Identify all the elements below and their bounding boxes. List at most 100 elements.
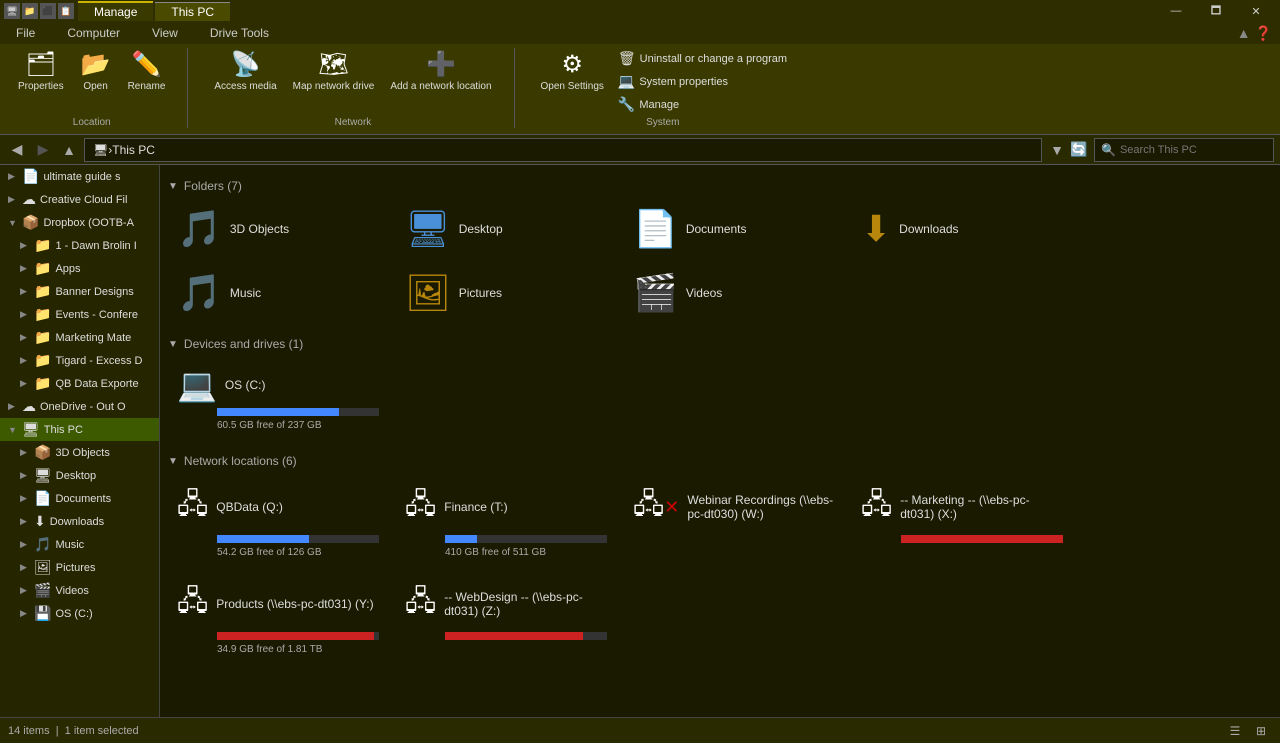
- sidebar-item-documents[interactable]: ▶ 📄 Documents: [0, 487, 159, 510]
- folder-icon: 🎬: [34, 582, 51, 599]
- folder-icon: 📁: [34, 329, 51, 346]
- ribbon-tab-view[interactable]: View: [136, 22, 194, 44]
- network-group-label: Network: [208, 117, 497, 128]
- network-qbdata[interactable]: 🖧 QBData (Q:) 54.2 GB free of 126 GB: [168, 476, 388, 565]
- tiles-view-button[interactable]: ⊞: [1250, 720, 1272, 742]
- ribbon-tab-file[interactable]: File: [0, 22, 51, 44]
- sidebar-item-guide[interactable]: ▶ 📄 ultimate guide s: [0, 165, 159, 188]
- network-qbdata-bar-container: [217, 535, 379, 543]
- folder-icon: 🖥: [34, 467, 52, 484]
- ribbon-tab-computer[interactable]: Computer: [51, 22, 136, 44]
- open-settings-button[interactable]: ⚙ Open Settings: [535, 48, 610, 94]
- properties-button[interactable]: 🗂 Properties: [12, 48, 70, 94]
- sidebar-item-banner[interactable]: ▶ 📁 Banner Designs: [0, 280, 159, 303]
- add-network-location-button[interactable]: ➕ Add a network location: [384, 48, 497, 94]
- map-network-drive-button[interactable]: 🗺 Map network drive: [287, 48, 381, 94]
- system-properties-button[interactable]: 💻 System properties: [614, 71, 791, 92]
- network-section-header[interactable]: ▼ Network locations (6): [168, 454, 1272, 468]
- ribbon-expand-btn[interactable]: ▲: [1237, 25, 1251, 41]
- folder-downloads-name: Downloads: [899, 222, 958, 236]
- sidebar-item-apps[interactable]: ▶ 📁 Apps: [0, 257, 159, 280]
- sidebar-item-tigard[interactable]: ▶ 📁 Tigard - Excess D: [0, 349, 159, 372]
- folder-downloads[interactable]: ⬇ Downloads: [852, 201, 1072, 257]
- ribbon-help-btn[interactable]: ❓: [1255, 25, 1272, 42]
- sidebar-label: Desktop: [56, 470, 96, 482]
- tab-manage[interactable]: Manage: [78, 1, 153, 21]
- ribbon-tab-drive-tools[interactable]: Drive Tools: [194, 22, 285, 44]
- details-view-button[interactable]: ☰: [1224, 720, 1246, 742]
- network-products[interactable]: 🖧 Products (\\ebs-pc-dt031) (Y:) 34.9 GB…: [168, 573, 388, 662]
- status-view-controls: ☰ ⊞: [1224, 720, 1272, 742]
- sidebar-item-onedrive[interactable]: ▶ ☁ OneDrive - Out O: [0, 395, 159, 418]
- network-webdesign[interactable]: 🖧 -- WebDesign -- (\\ebs-pc-dt031) (Z:): [396, 573, 616, 662]
- arrow-icon: ▶: [20, 470, 30, 481]
- sidebar-label: Videos: [55, 585, 88, 597]
- path-dropdown-btn[interactable]: ▼: [1046, 139, 1068, 161]
- access-media-button[interactable]: 📡 Access media: [208, 48, 282, 94]
- sidebar-item-events[interactable]: ▶ 📁 Events - Confere: [0, 303, 159, 326]
- folder-music[interactable]: 🎵 Music: [168, 265, 388, 321]
- sidebar-item-music[interactable]: ▶ 🎵 Music: [0, 533, 159, 556]
- sidebar-item-3d-objects[interactable]: ▶ 📦 3D Objects: [0, 441, 159, 464]
- network-marketing-name: -- Marketing -- (\\ebs-pc-dt031) (X:): [900, 493, 1063, 521]
- folder-pictures-name: Pictures: [459, 286, 502, 300]
- network-webdesign-bar: [445, 632, 583, 640]
- tab-this-pc[interactable]: This PC: [155, 2, 230, 21]
- sidebar-item-this-pc[interactable]: ▼ 🖥 This PC: [0, 418, 159, 441]
- minimize-button[interactable]: —: [1156, 0, 1196, 22]
- folder-downloads-info: Downloads: [899, 222, 958, 236]
- sidebar-item-dropbox[interactable]: ▼ 📦 Dropbox (OOTB-A: [0, 211, 159, 234]
- network-webinar[interactable]: 🖧 ✕ Webinar Recordings (\\ebs-pc-dt030) …: [624, 476, 844, 565]
- network-finance[interactable]: 🖧 Finance (T:) 410 GB free of 511 GB: [396, 476, 616, 565]
- arrow-icon: ▶: [20, 332, 30, 343]
- network-drive-icon: 🖧: [177, 483, 208, 531]
- folder-videos[interactable]: 🎬 Videos: [624, 265, 844, 321]
- folder-desktop[interactable]: 🖥 Desktop: [396, 201, 616, 257]
- maximize-button[interactable]: 🗖: [1196, 0, 1236, 22]
- network-marketing[interactable]: 🖧 -- Marketing -- (\\ebs-pc-dt031) (X:): [852, 476, 1072, 565]
- forward-button[interactable]: ▶: [32, 139, 54, 161]
- manage-button[interactable]: 🔧 Manage: [614, 94, 791, 115]
- folder-icon: 🎵: [34, 536, 51, 553]
- address-path[interactable]: 🖥 › This PC: [84, 138, 1042, 162]
- sidebar-label: Dropbox (OOTB-A: [43, 217, 133, 229]
- ribbon-tabs: File Computer View Drive Tools ▲ ❓: [0, 22, 1280, 44]
- devices-section-header[interactable]: ▼ Devices and drives (1): [168, 337, 1272, 351]
- refresh-button[interactable]: 🔄: [1068, 139, 1090, 161]
- sidebar-item-desktop[interactable]: ▶ 🖥 Desktop: [0, 464, 159, 487]
- uninstall-button[interactable]: 🗑 Uninstall or change a program: [614, 48, 791, 69]
- network-finance-bar: [445, 535, 477, 543]
- folder-icon: 🖼: [34, 559, 52, 576]
- sidebar-item-creative-cloud[interactable]: ▶ ☁ Creative Cloud Fil: [0, 188, 159, 211]
- network-finance-label: 410 GB free of 511 GB: [445, 547, 607, 558]
- sidebar-item-marketing[interactable]: ▶ 📁 Marketing Mate: [0, 326, 159, 349]
- network-qbdata-header: 🖧 QBData (Q:): [177, 483, 379, 531]
- rename-button[interactable]: ✏️ Rename: [122, 48, 172, 94]
- folder-3d-objects[interactable]: 🎵 3D Objects: [168, 201, 388, 257]
- sidebar-item-downloads[interactable]: ▶ ⬇ Downloads: [0, 510, 159, 533]
- manage-icon: 🔧: [618, 96, 635, 113]
- sidebar-item-pictures[interactable]: ▶ 🖼 Pictures: [0, 556, 159, 579]
- properties-label: Properties: [18, 81, 64, 92]
- folders-section-header[interactable]: ▼ Folders (7): [168, 179, 1272, 193]
- sidebar-item-dawn-brolin[interactable]: ▶ 📁 1 - Dawn Brolin I: [0, 234, 159, 257]
- sidebar-item-qbdata[interactable]: ▶ 📁 QB Data Exporte: [0, 372, 159, 395]
- arrow-icon: ▼: [8, 218, 18, 228]
- system-properties-icon: 💻: [618, 73, 635, 90]
- close-button[interactable]: ✕: [1236, 0, 1276, 22]
- sidebar-item-os-c[interactable]: ▶ 💾 OS (C:): [0, 602, 159, 625]
- sidebar-item-videos[interactable]: ▶ 🎬 Videos: [0, 579, 159, 602]
- folder-documents-name: Documents: [686, 222, 747, 236]
- search-box[interactable]: 🔍: [1094, 138, 1274, 162]
- network-products-name: Products (\\ebs-pc-dt031) (Y:): [216, 597, 373, 611]
- address-dropdown[interactable]: ▼ 🔄: [1046, 139, 1090, 161]
- drive-os-c[interactable]: 💻 OS (C:) 60.5 GB free of 237 GB: [168, 359, 388, 438]
- folder-icon: 🖥: [22, 421, 40, 438]
- search-input[interactable]: [1120, 144, 1267, 156]
- folder-documents[interactable]: 📄 Documents: [624, 201, 844, 257]
- folder-icon: 📁: [34, 283, 51, 300]
- folder-pictures[interactable]: 🖼 Pictures: [396, 265, 616, 321]
- back-button[interactable]: ◀: [6, 139, 28, 161]
- up-button[interactable]: ▲: [58, 139, 80, 161]
- open-button[interactable]: 📂 Open: [74, 48, 118, 94]
